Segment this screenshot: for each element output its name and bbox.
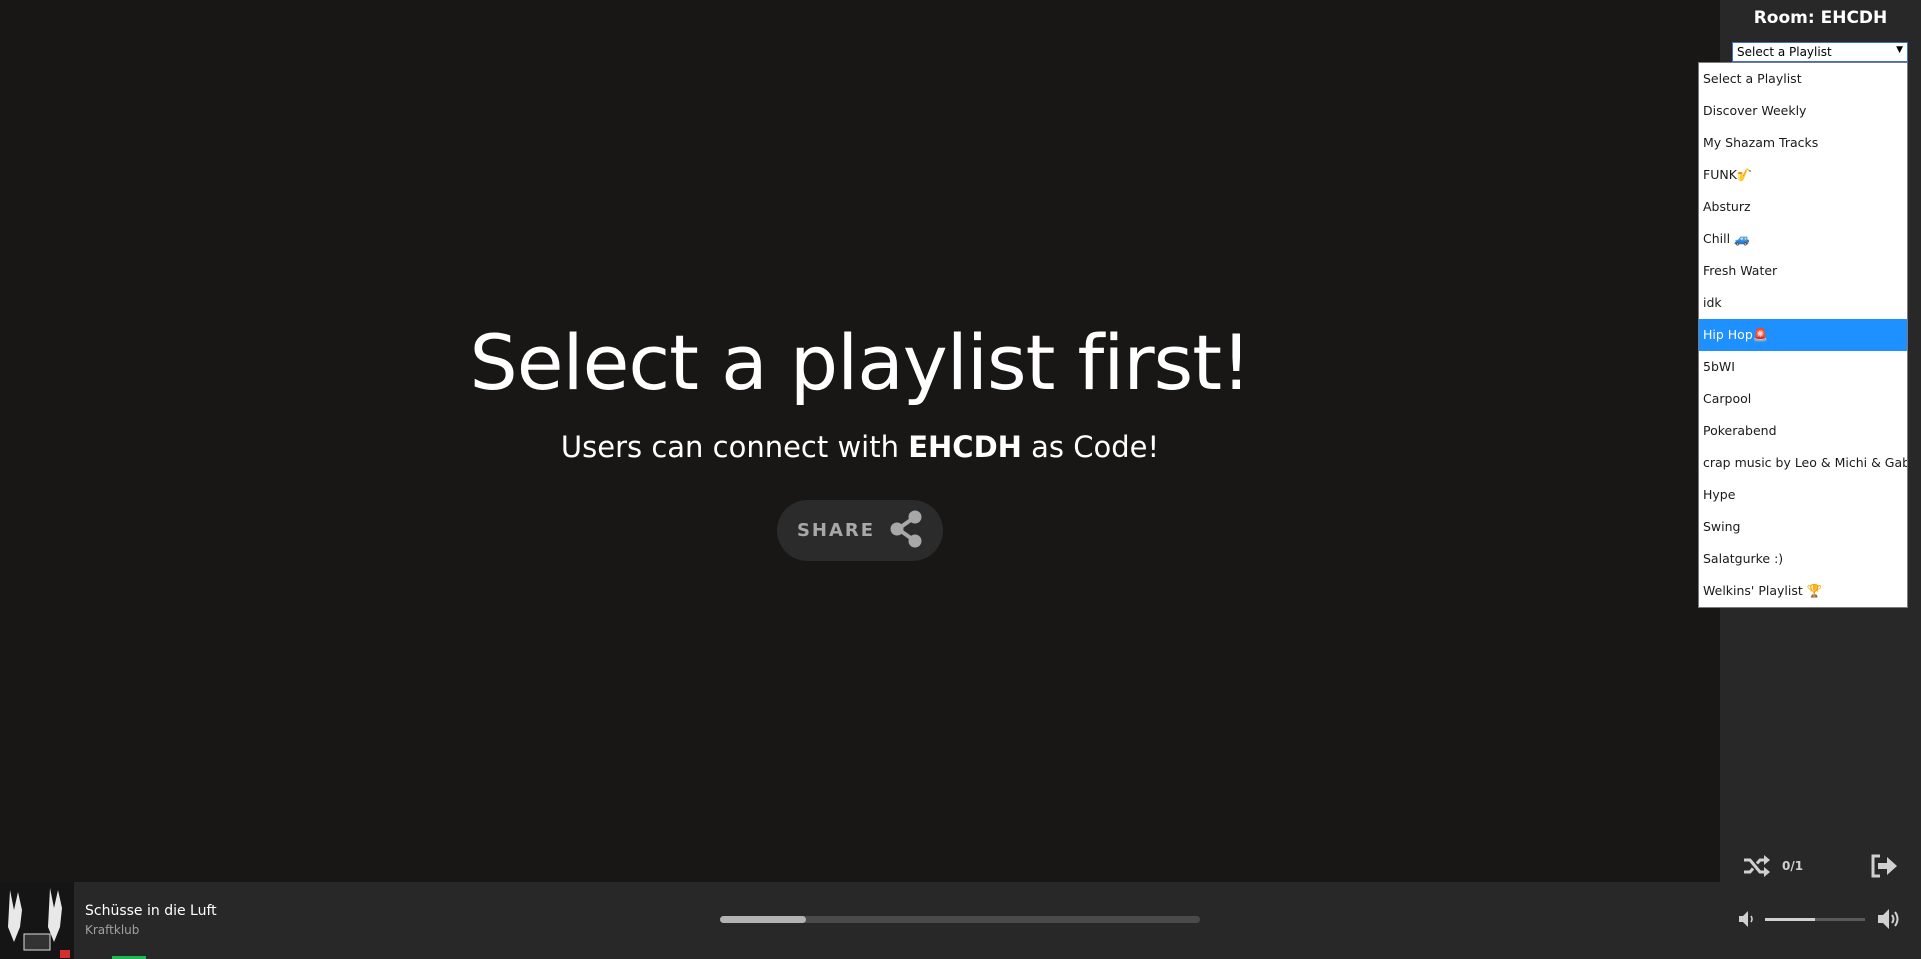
playlist-option[interactable]: FUNK🎷 [1699,159,1907,191]
volume-mute-icon[interactable] [1738,910,1756,932]
progress-fill [720,916,807,923]
sidebar-footer: 0/1 [1720,850,1921,882]
queue-count: 0/1 [1782,859,1804,873]
playlist-option[interactable]: Discover Weekly [1699,95,1907,127]
progress-bar[interactable] [720,916,1200,923]
subline-suffix: as Code! [1021,430,1160,464]
playlist-option[interactable]: Carpool [1699,383,1907,415]
playlist-option[interactable]: My Shazam Tracks [1699,127,1907,159]
volume-high-icon[interactable] [1877,908,1901,934]
playlist-option[interactable]: Welkins' Playlist 🏆 [1699,575,1907,607]
chevron-down-icon: ▼ [1896,45,1903,55]
playlist-option[interactable]: 5bWI [1699,351,1907,383]
room-title: Room: EHCDH [1753,8,1888,28]
playlist-option[interactable]: Hype [1699,479,1907,511]
share-button[interactable]: SHARE [777,500,943,561]
playlist-option[interactable]: Chill 🚙 [1699,223,1907,255]
page-title: Select a playlist first! [469,318,1251,407]
exit-icon[interactable] [1870,854,1898,882]
connect-instructions: Users can connect with EHCDH as Code! [0,430,1720,464]
playlist-option[interactable]: idk [1699,287,1907,319]
room-code: EHCDH [908,430,1022,464]
playlist-option[interactable]: crap music by Leo & Michi & Gabsi [1699,447,1907,479]
playlist-select-value: Select a Playlist [1737,45,1832,59]
main-area: Select a playlist first! Users can conne… [0,0,1720,882]
album-art [0,882,74,959]
shuffle-icon[interactable] [1742,854,1770,882]
volume-slider[interactable] [1765,918,1865,921]
playlist-option[interactable]: Swing [1699,511,1907,543]
subline-prefix: Users can connect with [560,430,909,464]
playlist-select[interactable]: Select a Playlist ▼ [1732,42,1908,62]
track-artist[interactable]: Kraftklub [85,923,139,937]
playlist-option[interactable]: Absturz [1699,191,1907,223]
share-icon [889,510,923,552]
track-title: Schüsse in die Luft [85,903,217,919]
player-bar: Schüsse in die Luft Kraftklub [0,882,1921,959]
playlist-dropdown[interactable]: Select a Playlist Discover Weekly My Shaza… [1698,62,1908,608]
playlist-option[interactable]: Pokerabend [1699,415,1907,447]
playlist-option[interactable]: Select a Playlist [1699,63,1907,95]
playlist-option[interactable]: Salatgurke :) [1699,543,1907,575]
playlist-option[interactable]: Hip Hop🚨 [1699,319,1907,351]
playlist-option[interactable]: Fresh Water [1699,255,1907,287]
share-label: SHARE [796,520,876,541]
volume-fill [1765,918,1815,921]
